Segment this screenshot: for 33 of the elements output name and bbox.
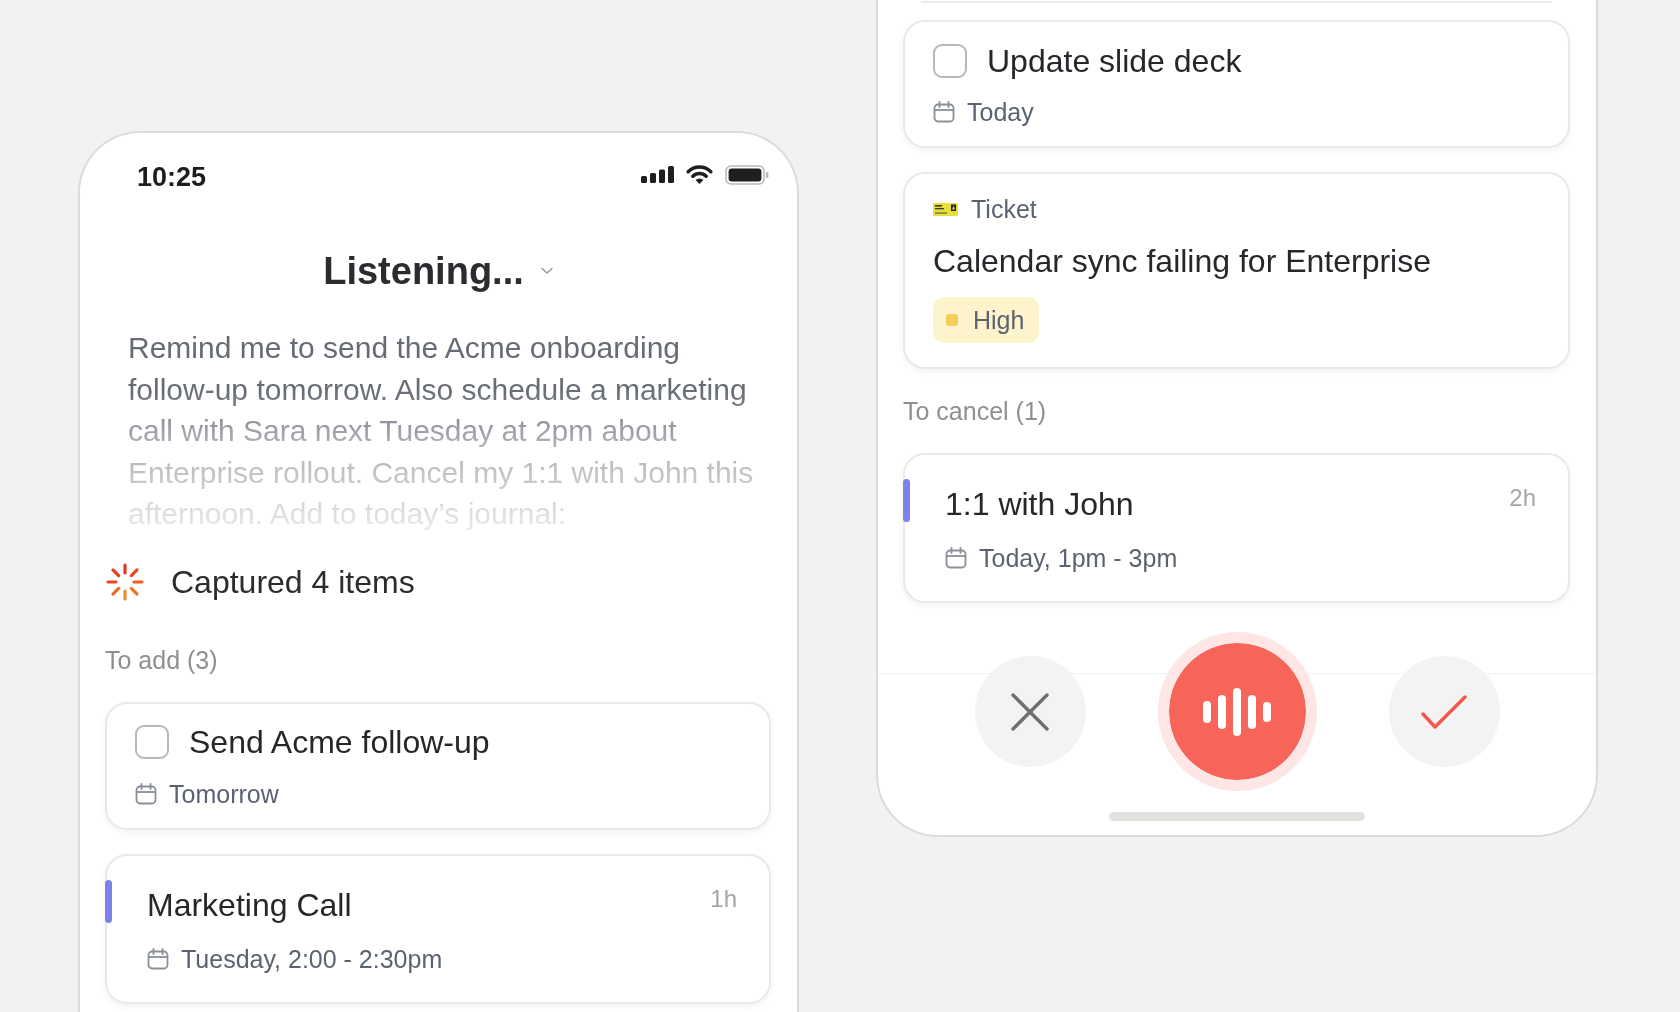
event-duration: 2h xyxy=(1509,486,1536,510)
section-label: To cancel (1) xyxy=(903,396,1048,426)
checkbox[interactable] xyxy=(933,43,967,78)
listening-title: Listening... xyxy=(323,249,524,294)
close-icon xyxy=(1011,692,1049,731)
calendar-icon xyxy=(933,101,955,123)
section-label: To add (3) xyxy=(105,644,219,675)
waveform-icon xyxy=(1203,687,1271,736)
checkbox[interactable] xyxy=(135,725,169,759)
ticket-title: Calendar sync failing for Enterprise xyxy=(933,242,1432,280)
checkmark-icon xyxy=(1421,693,1467,730)
item-type-label: Ticket xyxy=(971,196,1037,222)
calendar-icon xyxy=(945,547,967,569)
status-time: 10:25 xyxy=(137,161,207,193)
task-title: Send Acme follow-up xyxy=(189,724,490,760)
calendar-icon xyxy=(147,947,169,970)
event-title: 1:1 with John xyxy=(945,486,1134,522)
captured-summary: Captured 4 items xyxy=(171,562,415,601)
wifi-icon xyxy=(685,164,714,185)
chevron-down-icon xyxy=(540,267,553,275)
signal-icon xyxy=(641,166,674,183)
calendar-icon xyxy=(135,782,157,805)
priority-label: High xyxy=(973,307,1025,333)
battery-icon xyxy=(725,164,769,185)
event-time: Today, 1pm - 3pm xyxy=(979,545,1178,571)
event-title: Marketing Call xyxy=(147,886,352,923)
ticket-icon xyxy=(933,202,958,216)
due-date: Today xyxy=(967,99,1034,125)
spinner-icon xyxy=(106,562,144,601)
event-duration: 1h xyxy=(710,886,737,911)
task-title: Update slide deck xyxy=(987,42,1242,79)
due-date: Tomorrow xyxy=(169,780,279,807)
event-time: Tuesday, 2:00 - 2:30pm xyxy=(181,945,443,972)
